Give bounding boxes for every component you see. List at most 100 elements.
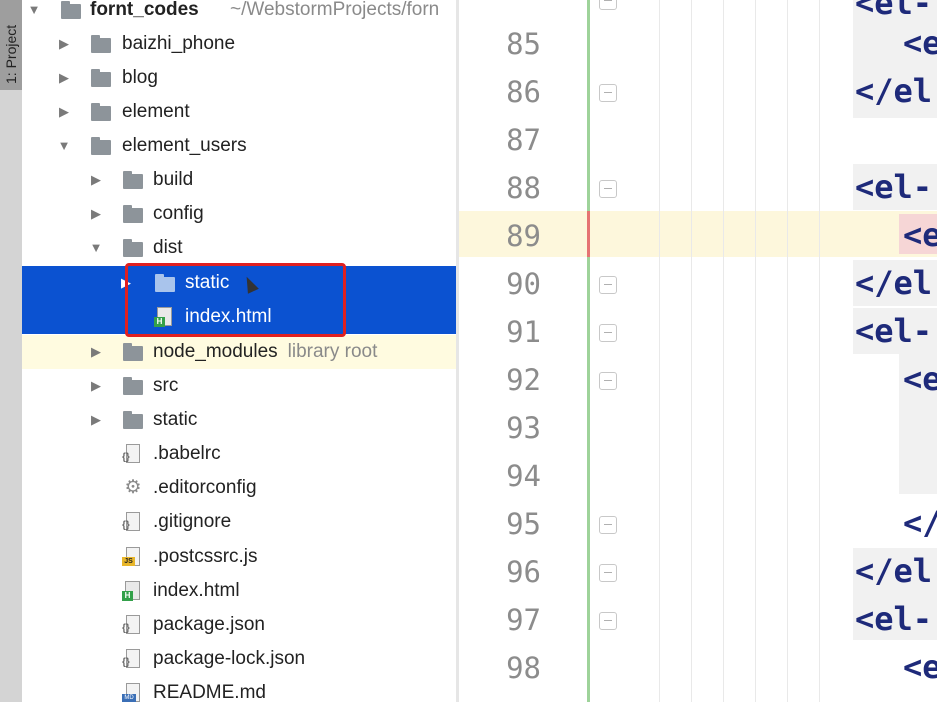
ignore-file-icon (122, 512, 144, 532)
code-line: </el (855, 264, 933, 302)
project-tree[interactable]: ▼ fornt_codes ~/WebstormProjects/forn ▶ … (22, 0, 456, 702)
tree-item-label: package.json (153, 614, 265, 635)
indent-guide (755, 0, 756, 702)
expand-right-icon[interactable]: ▶ (56, 95, 72, 129)
line-number: 92 (506, 363, 541, 397)
tree-item-label: baizhi_phone (122, 33, 236, 54)
line-number: 86 (506, 75, 541, 109)
code-line: <e (903, 648, 937, 686)
fold-marker-icon[interactable] (599, 0, 617, 10)
tree-item-static[interactable]: ▶ static (22, 403, 456, 437)
project-tool-window-tab[interactable]: 1: Project (0, 0, 22, 90)
tree-item-editorconfig[interactable]: ⚙ .editorconfig (22, 471, 456, 505)
indent-guide (691, 0, 692, 702)
tree-item-index-html[interactable]: index.html (22, 574, 456, 608)
library-root-note: library root (287, 341, 378, 362)
tree-item-element[interactable]: ▶ element (22, 95, 456, 129)
line-number-gutter: 85 86 87 88 89 90 91 92 93 94 95 96 97 9… (459, 0, 587, 702)
node-modules-label: node_modules (153, 341, 278, 362)
tree-item-config[interactable]: ▶ config (22, 197, 456, 231)
folder-icon (122, 238, 144, 258)
line-number: 91 (506, 315, 541, 349)
tree-item-label: .editorconfig (153, 477, 257, 498)
fold-marker-icon[interactable] (599, 372, 617, 390)
tree-item-gitignore[interactable]: .gitignore (22, 505, 456, 539)
tree-item-readme[interactable]: README.md (22, 676, 456, 702)
code-line: </el (855, 72, 933, 110)
indent-guide (787, 0, 788, 702)
folder-icon (90, 102, 112, 122)
line-number: 90 (506, 267, 541, 301)
expand-right-icon[interactable]: ▶ (88, 163, 104, 197)
expand-right-icon[interactable]: ▶ (88, 403, 104, 437)
tree-item-baizhi-phone[interactable]: ▶ baizhi_phone (22, 27, 456, 61)
tree-root[interactable]: ▼ fornt_codes ~/WebstormProjects/forn (22, 0, 456, 27)
folder-icon (90, 136, 112, 156)
folder-icon (122, 410, 144, 430)
code-line: </el (855, 552, 933, 590)
project-tab-label: 1: Project (3, 24, 19, 84)
tree-item-babelrc[interactable]: .babelrc (22, 437, 456, 471)
fold-marker-icon[interactable] (599, 564, 617, 582)
tree-item-postcssrc[interactable]: .postcssrc.js (22, 540, 456, 574)
code-line: <el- (855, 312, 933, 350)
vcs-modified-marker (587, 211, 590, 257)
tree-item-label: node_modules library root (153, 335, 377, 369)
fold-marker-icon[interactable] (599, 516, 617, 534)
fold-marker-icon[interactable] (599, 84, 617, 102)
tree-item-label: blog (122, 67, 158, 88)
line-number: 97 (506, 603, 541, 637)
line-number: 95 (506, 507, 541, 541)
indent-guide (723, 0, 724, 702)
tree-root-name: fornt_codes (90, 0, 199, 20)
expand-right-icon[interactable]: ▶ (88, 335, 104, 369)
fold-marker-icon[interactable] (599, 612, 617, 630)
tool-window-strip: 1: Project (0, 0, 22, 702)
fold-marker-icon[interactable] (599, 324, 617, 342)
expand-right-icon[interactable]: ▶ (56, 27, 72, 61)
expand-down-icon[interactable]: ▼ (56, 129, 72, 163)
expand-down-icon[interactable]: ▼ (88, 231, 104, 265)
tree-item-label: index.html (153, 580, 240, 601)
tree-item-label: package-lock.json (153, 648, 306, 669)
code-line: <e (903, 360, 937, 398)
expand-down-icon[interactable]: ▼ (26, 0, 42, 27)
folder-icon (122, 376, 144, 396)
fold-marker-icon[interactable] (599, 180, 617, 198)
tree-item-node-modules[interactable]: ▶ node_modules library root (22, 335, 456, 369)
tree-item-label: build (153, 169, 194, 190)
folder-icon (122, 342, 144, 362)
tree-item-blog[interactable]: ▶ blog (22, 61, 456, 95)
code-editor[interactable]: 85 86 87 88 89 90 91 92 93 94 95 96 97 9… (459, 0, 937, 702)
json-file-icon (122, 649, 144, 669)
tree-item-element-users[interactable]: ▼ element_users (22, 129, 456, 163)
tree-item-label: src (153, 375, 179, 396)
tree-item-label: .postcssrc.js (153, 546, 258, 567)
tree-item-src[interactable]: ▶ src (22, 369, 456, 403)
folder-icon (60, 0, 82, 20)
tree-item-package-json[interactable]: package.json (22, 608, 456, 642)
tree-item-dist[interactable]: ▼ dist (22, 231, 456, 265)
config-file-icon (122, 444, 144, 464)
vcs-change-marker (587, 0, 590, 702)
line-number: 89 (506, 219, 541, 253)
markdown-file-icon (122, 683, 144, 702)
line-number: 96 (506, 555, 541, 589)
tree-item-package-lock-json[interactable]: package-lock.json (22, 642, 456, 676)
tree-item-label: element_users (122, 135, 247, 156)
fold-marker-icon[interactable] (599, 276, 617, 294)
code-line: <el- (855, 600, 933, 638)
expand-right-icon[interactable]: ▶ (88, 369, 104, 403)
js-file-icon (122, 547, 144, 567)
tree-item-label: element (122, 101, 190, 122)
expand-right-icon[interactable]: ▶ (56, 61, 72, 95)
tree-root-path: ~/WebstormProjects/forn (230, 0, 440, 20)
tree-item-build[interactable]: ▶ build (22, 163, 456, 197)
expand-right-icon[interactable]: ▶ (88, 197, 104, 231)
code-line: </ (903, 504, 937, 542)
line-number: 94 (506, 459, 541, 493)
tree-item-label: README.md (153, 682, 266, 702)
tree-item-label: dist (153, 237, 183, 258)
gear-icon: ⚙ (124, 477, 142, 498)
line-number: 85 (506, 27, 541, 61)
